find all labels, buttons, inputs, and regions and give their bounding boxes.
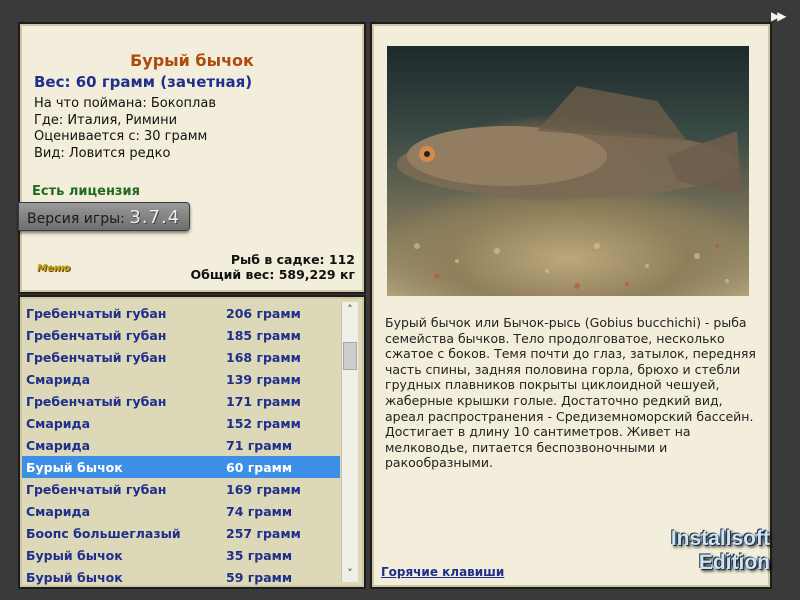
kind-line: Вид: Ловится редко [34, 145, 171, 161]
fish-count: Рыб в садке: 112 [230, 252, 355, 267]
catch-row[interactable]: Бурый бычок 59 грамм [22, 566, 340, 587]
watermark-line1: Installsoft [670, 527, 770, 550]
fish-details: На что поймана: Бокоплав Где: Италия, Ри… [34, 96, 216, 162]
catch-row-weight: 257 грамм [226, 526, 301, 541]
catch-row[interactable]: Гребенчатый губан 171 грамм [22, 390, 340, 412]
scrollbar-thumb[interactable] [343, 342, 357, 370]
catch-row-weight: 171 грамм [226, 394, 301, 409]
goby-image [397, 86, 742, 289]
catch-row[interactable]: Бурый бычок 60 грамм [22, 456, 340, 478]
catch-row[interactable]: Смарида 74 грамм [22, 500, 340, 522]
catch-row-name: Гребенчатый губан [26, 394, 167, 409]
watermark: Installsoft Edition [640, 527, 770, 575]
fish-photo [387, 46, 749, 296]
catch-rows: Гребенчатый губан 206 грамм Гребенчатый гу… [22, 302, 340, 587]
catch-row-weight: 169 грамм [226, 482, 301, 497]
catch-row[interactable]: Бурый бычок 35 грамм [22, 544, 340, 566]
catch-row[interactable]: Боопс большеглазый 257 грамм [22, 522, 340, 544]
catch-row-name: Гребенчатый губан [26, 306, 167, 321]
place-line: Где: Италия, Римини [34, 112, 178, 128]
catch-row-name: Гребенчатый губан [26, 328, 167, 343]
total-weight: Общий вес: 589,229 кг [190, 267, 356, 282]
catch-row-weight: 59 грамм [226, 570, 293, 585]
catch-row[interactable]: Смарида 139 грамм [22, 368, 340, 390]
rated-from-line: Оценивается с: 30 грамм [34, 129, 208, 144]
fish-title: Бурый бычок [130, 51, 254, 70]
fish-info-panel: Бурый бычок Вес: 60 грамм (зачетная) На … [18, 22, 366, 294]
catch-row-name: Смарида [26, 438, 91, 453]
catch-row[interactable]: Смарида 71 грамм [22, 434, 340, 456]
keepnet-stats: Рыб в садке: 112 Общий вес: 589,229 кг [191, 252, 356, 282]
chevron-down-icon[interactable]: ˅ [342, 566, 358, 582]
catch-row-name: Гребенчатый губан [26, 350, 167, 365]
catch-row-weight: 60 грамм [226, 460, 293, 475]
scrollbar[interactable]: ˄ ˅ [341, 302, 358, 582]
catch-row[interactable]: Гребенчатый губан 185 грамм [22, 324, 340, 346]
catch-row-name: Гребенчатый губан [26, 482, 167, 497]
bait-line: На что поймана: Бокоплав [34, 96, 216, 111]
catch-row-weight: 35 грамм [226, 548, 293, 563]
catch-row-name: Смарида [26, 372, 91, 387]
catch-row-name: Смарида [26, 416, 91, 431]
hotkeys-link[interactable]: Горячие клавиши [381, 565, 504, 579]
fish-description: Бурый бычок или Бычок-рысь (Gobius bucch… [385, 315, 756, 471]
version-number: 3.7.4 [129, 207, 181, 228]
fish-weight: Вес: 60 грамм (зачетная) [34, 73, 253, 91]
catch-row[interactable]: Гребенчатый губан 168 грамм [22, 346, 340, 368]
catch-row-name: Бурый бычок [26, 548, 123, 563]
version-badge: Версия игры: 3.7.4 [18, 202, 190, 231]
catch-row-weight: 206 грамм [226, 306, 301, 321]
catch-row-weight: 168 грамм [226, 350, 301, 365]
catch-row-weight: 74 грамм [226, 504, 293, 519]
menu-logo[interactable]: Меню [37, 263, 70, 274]
fish-detail-panel: Бурый бычок или Бычок-рысь (Gobius bucch… [370, 22, 772, 589]
catch-row[interactable]: Гребенчатый губан 169 грамм [22, 478, 340, 500]
version-label: Версия игры: [27, 211, 125, 227]
catch-row-weight: 139 грамм [226, 372, 301, 387]
catch-row-name: Бурый бычок [26, 460, 123, 475]
catch-row-weight: 71 грамм [226, 438, 293, 453]
chevron-up-icon[interactable]: ˄ [342, 302, 358, 318]
watermark-line2: Edition [698, 551, 770, 574]
fast-forward-icon[interactable]: ▶▶ [771, 9, 787, 23]
license-status: Есть лицензия [32, 184, 140, 199]
catch-list: Гребенчатый губан 206 грамм Гребенчатый гу… [18, 295, 366, 589]
catch-row-weight: 152 грамм [226, 416, 301, 431]
catch-row[interactable]: Гребенчатый губан 206 грамм [22, 302, 340, 324]
catch-row-name: Смарида [26, 504, 91, 519]
catch-row-weight: 185 грамм [226, 328, 301, 343]
catch-row[interactable]: Смарида 152 грамм [22, 412, 340, 434]
catch-row-name: Бурый бычок [26, 570, 123, 585]
catch-row-name: Боопс большеглазый [26, 526, 181, 541]
